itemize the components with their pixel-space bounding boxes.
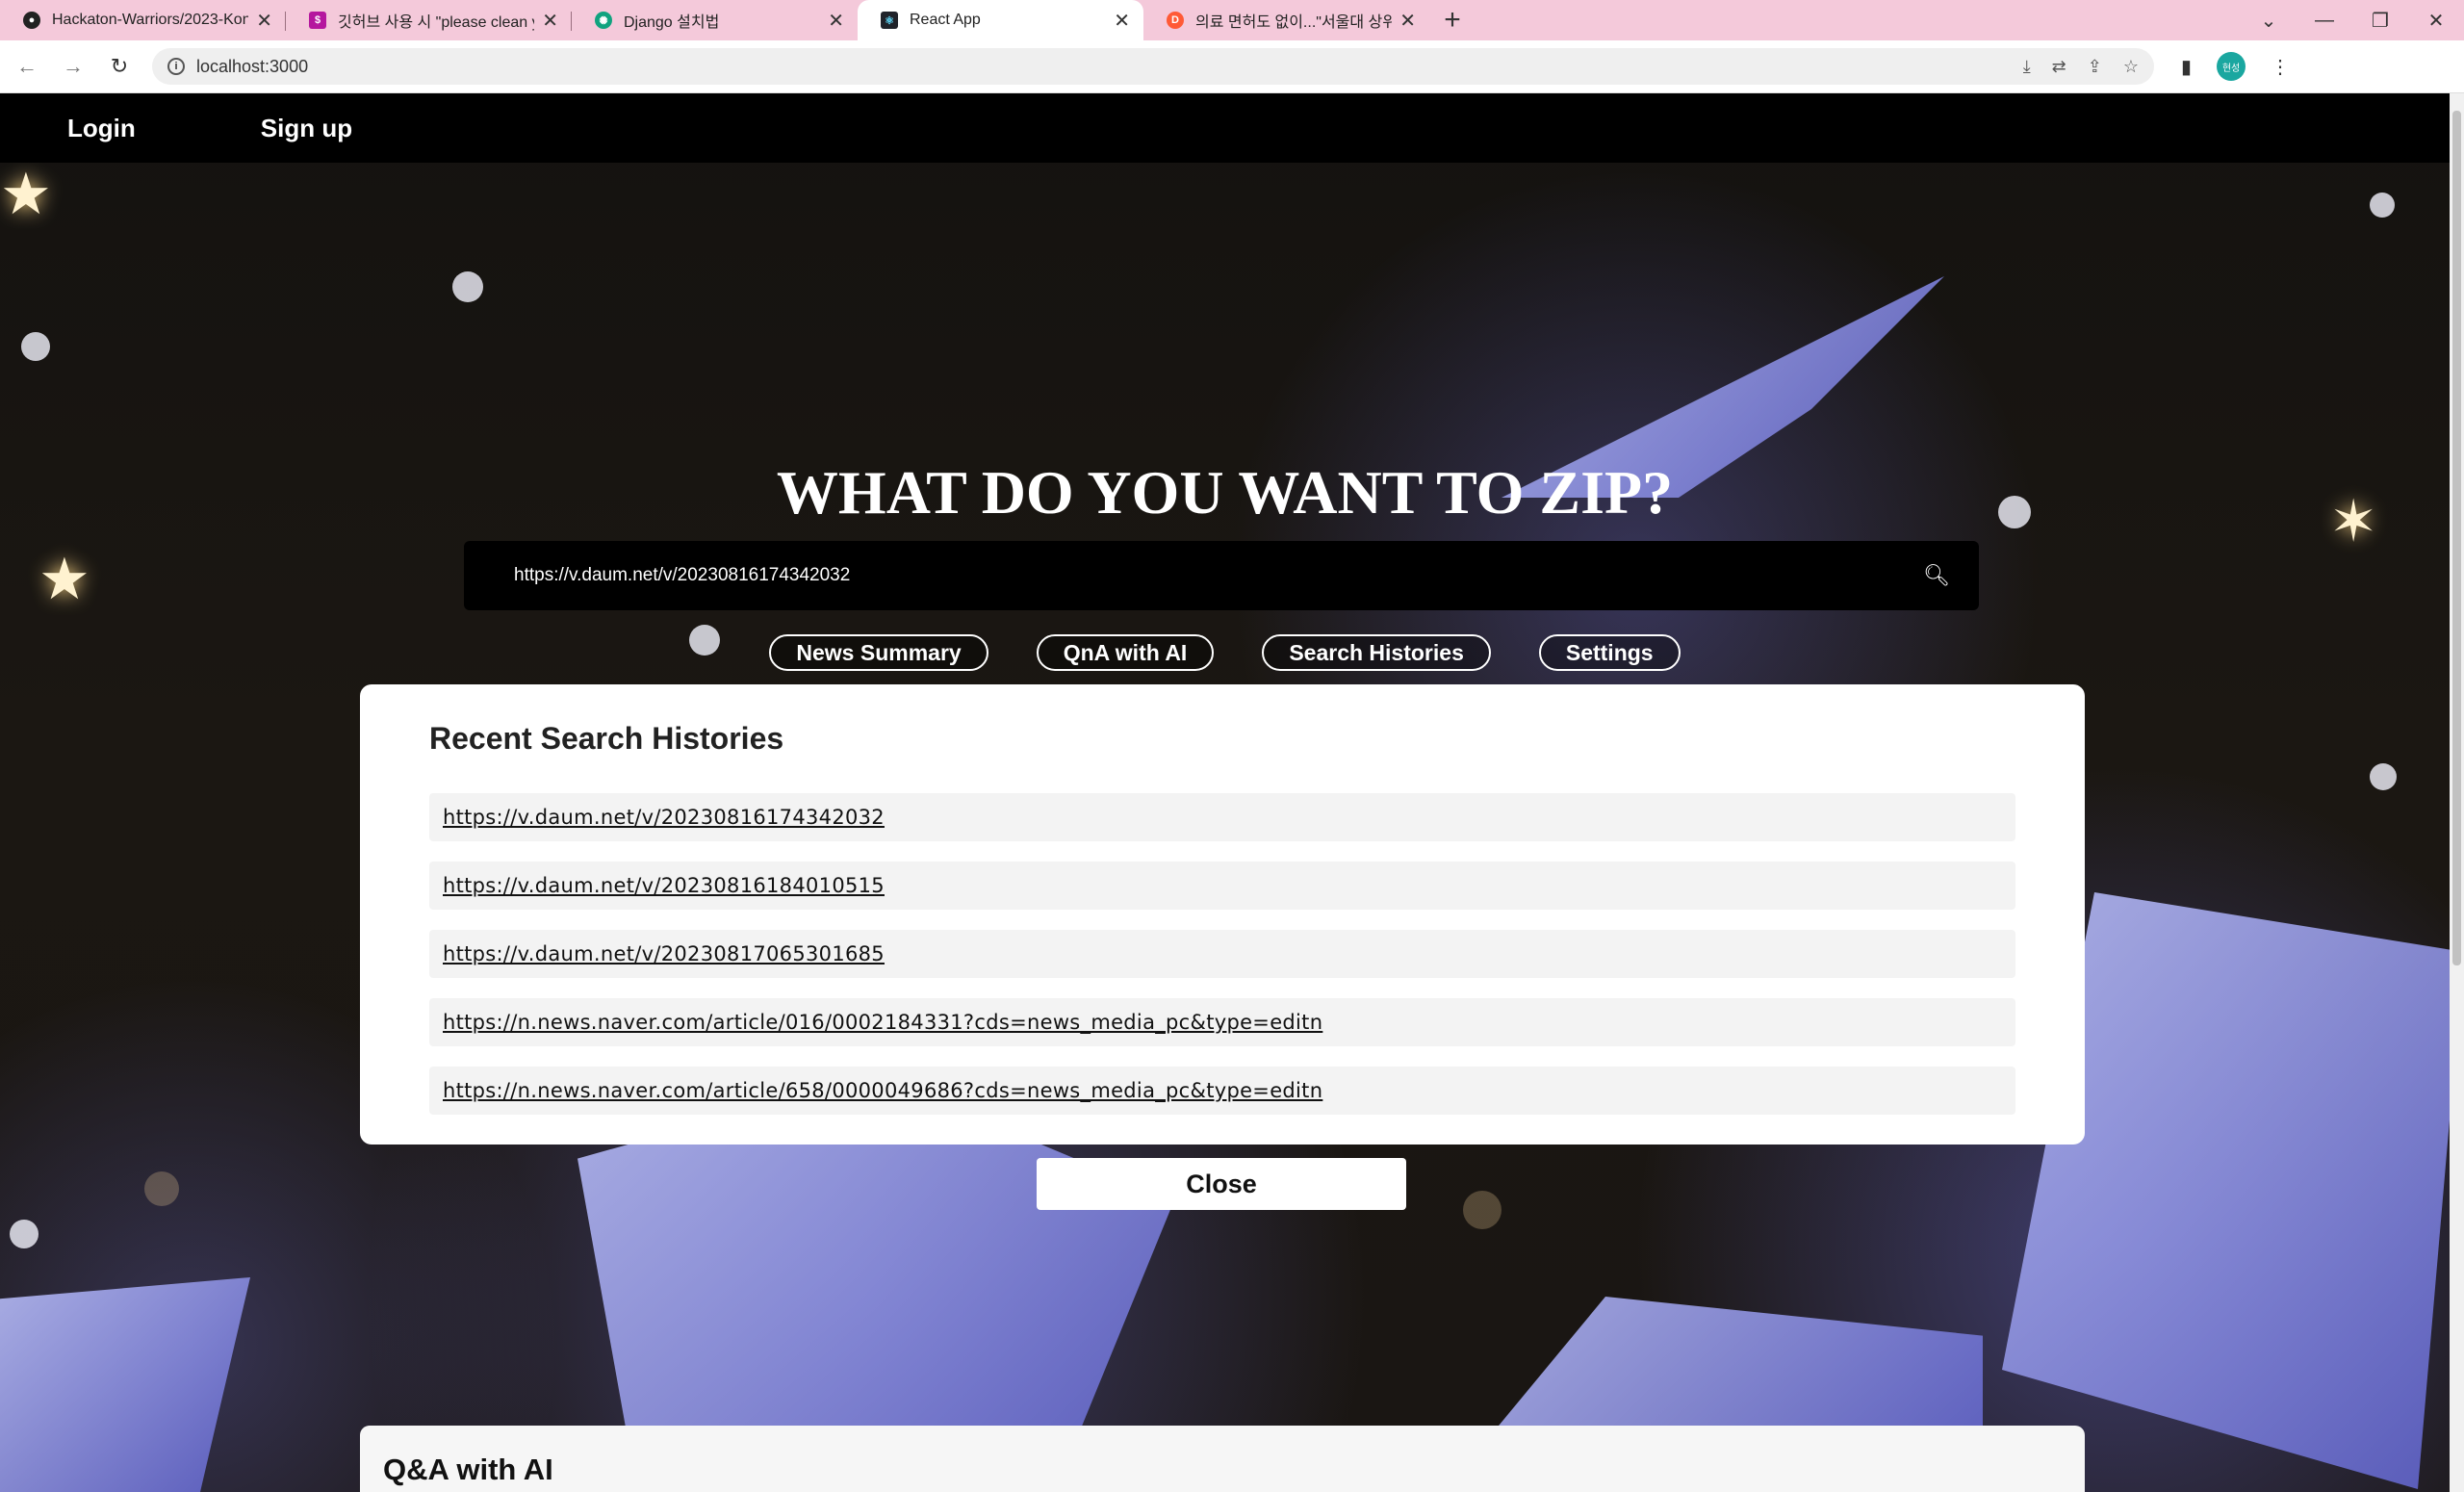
history-item: https://v.daum.net/v/20230816174342032 [429,793,2015,841]
star-decoration: ★ [38,547,90,611]
react-icon: ⚛ [881,12,898,29]
paper-plane-decoration [0,1277,250,1492]
chatgpt-icon: ✺ [595,12,612,29]
github-icon: ● [23,12,40,29]
qa-panel: Q&A with AI [360,1426,2085,1492]
tab-title: 깃허브 사용 시 "please clean yo [338,14,535,31]
search-icon[interactable]: 🔍︎ [1923,563,1950,588]
tab-news-summary[interactable]: News Summary [769,634,988,671]
top-navigation: Login Sign up [0,93,2450,163]
browser-tab[interactable]: $ 깃허브 사용 시 "please clean yo ✕ [286,0,572,40]
close-icon[interactable]: ✕ [1114,9,1130,33]
close-icon[interactable]: ✕ [256,9,272,33]
search-history-panel: Recent Search Histories https://v.daum.n… [360,684,2085,1145]
bokeh-light [21,332,50,361]
bokeh-light [452,271,483,302]
install-app-icon[interactable]: ⤓ [2023,57,2031,77]
daum-icon: D [1167,12,1184,29]
page-viewport: ★ ✶ ★ Login Sign up WHAT DO YOU WANT TO … [0,93,2464,1492]
signup-link[interactable]: Sign up [261,114,352,143]
login-link[interactable]: Login [67,114,136,143]
url-search-input[interactable]: https://v.daum.net/v/20230816174342032 🔍… [464,541,1979,610]
tab-search-histories[interactable]: Search Histories [1262,634,1491,671]
browser-tab[interactable]: ✺ Django 설치법 ✕ [572,0,858,40]
search-input-value[interactable]: https://v.daum.net/v/20230816174342032 [514,565,1923,586]
history-item: https://v.daum.net/v/20230817065301685 [429,930,2015,978]
side-panel-icon[interactable]: ▮ [2181,55,2192,79]
tab-title: 의료 면허도 없이..."서울대 상위 [1195,14,1393,31]
browser-tab-active[interactable]: ⚛ React App ✕ [858,0,1143,40]
share-icon[interactable]: ⇪ [2088,57,2102,77]
window-controls: ⌄ — ❐ ✕ [2241,0,2464,40]
tab-title: React App [910,12,981,28]
close-icon[interactable]: ✕ [1399,9,1416,33]
bokeh-light [1463,1191,1502,1229]
dollar-icon: $ [309,12,326,29]
panel-title: Recent Search Histories [429,721,784,756]
reload-icon[interactable]: ↻ [100,54,139,79]
address-bar[interactable]: i localhost:3000 ⤓ ⇄ ⇪ ☆ [152,48,2154,85]
window-close-icon[interactable]: ✕ [2408,9,2464,33]
bokeh-light [10,1220,38,1248]
address-url[interactable]: localhost:3000 [196,57,2023,77]
browser-tab[interactable]: ● Hackaton-Warriors/2023-Konkuk ✕ [0,0,286,40]
site-info-icon[interactable]: i [167,58,185,75]
close-icon[interactable]: ✕ [542,9,558,33]
new-tab-button[interactable]: + [1429,0,1476,40]
star-decoration: ★ [0,162,52,226]
tab-settings[interactable]: Settings [1538,634,1681,671]
minimize-icon[interactable]: — [2297,10,2352,32]
close-button[interactable]: Close [1037,1158,1406,1210]
history-item: https://n.news.naver.com/article/016/000… [429,998,2015,1046]
menu-kebab-icon[interactable]: ⋮ [2271,55,2290,79]
tab-search-icon[interactable]: ⌄ [2241,9,2297,33]
browser-tab[interactable]: D 의료 면허도 없이..."서울대 상위 ✕ [1143,0,1429,40]
tab-title: Django 설치법 [624,14,720,31]
history-link[interactable]: https://v.daum.net/v/20230817065301685 [443,942,885,965]
profile-avatar[interactable]: 현성 [2217,52,2246,81]
hero-title: WHAT DO YOU WANT TO ZIP? [776,458,1674,527]
tab-qna-with-ai[interactable]: QnA with AI [1036,634,1215,671]
bokeh-light [144,1171,179,1206]
history-link[interactable]: https://n.news.naver.com/article/016/000… [443,1011,1322,1034]
close-icon[interactable]: ✕ [828,9,844,33]
restore-icon[interactable]: ❐ [2352,9,2408,33]
mode-tabs: News Summary QnA with AI Search Historie… [0,634,2450,671]
page-scrollbar[interactable] [2450,93,2464,1492]
browser-toolbar: ← → ↻ i localhost:3000 ⤓ ⇄ ⇪ ☆ ▮ 현성 ⋮ [0,40,2464,93]
browser-tab-strip: ● Hackaton-Warriors/2023-Konkuk ✕ $ 깃허브 … [0,0,2464,40]
history-link[interactable]: https://v.daum.net/v/20230816184010515 [443,874,885,897]
history-item: https://v.daum.net/v/20230816184010515 [429,862,2015,910]
history-link[interactable]: https://v.daum.net/v/20230816174342032 [443,806,885,829]
tab-title: Hackaton-Warriors/2023-Konkuk [52,12,249,28]
history-link[interactable]: https://n.news.naver.com/article/658/000… [443,1079,1322,1102]
back-icon[interactable]: ← [8,54,46,79]
forward-icon[interactable]: → [54,54,92,79]
qa-panel-title: Q&A with AI [383,1453,553,1486]
translate-icon[interactable]: ⇄ [2052,57,2066,77]
scrollbar-thumb[interactable] [2452,111,2461,965]
history-item: https://n.news.naver.com/article/658/000… [429,1067,2015,1115]
bokeh-light [2370,763,2397,790]
bokeh-light [2370,193,2395,218]
bookmark-star-icon[interactable]: ☆ [2123,57,2139,77]
